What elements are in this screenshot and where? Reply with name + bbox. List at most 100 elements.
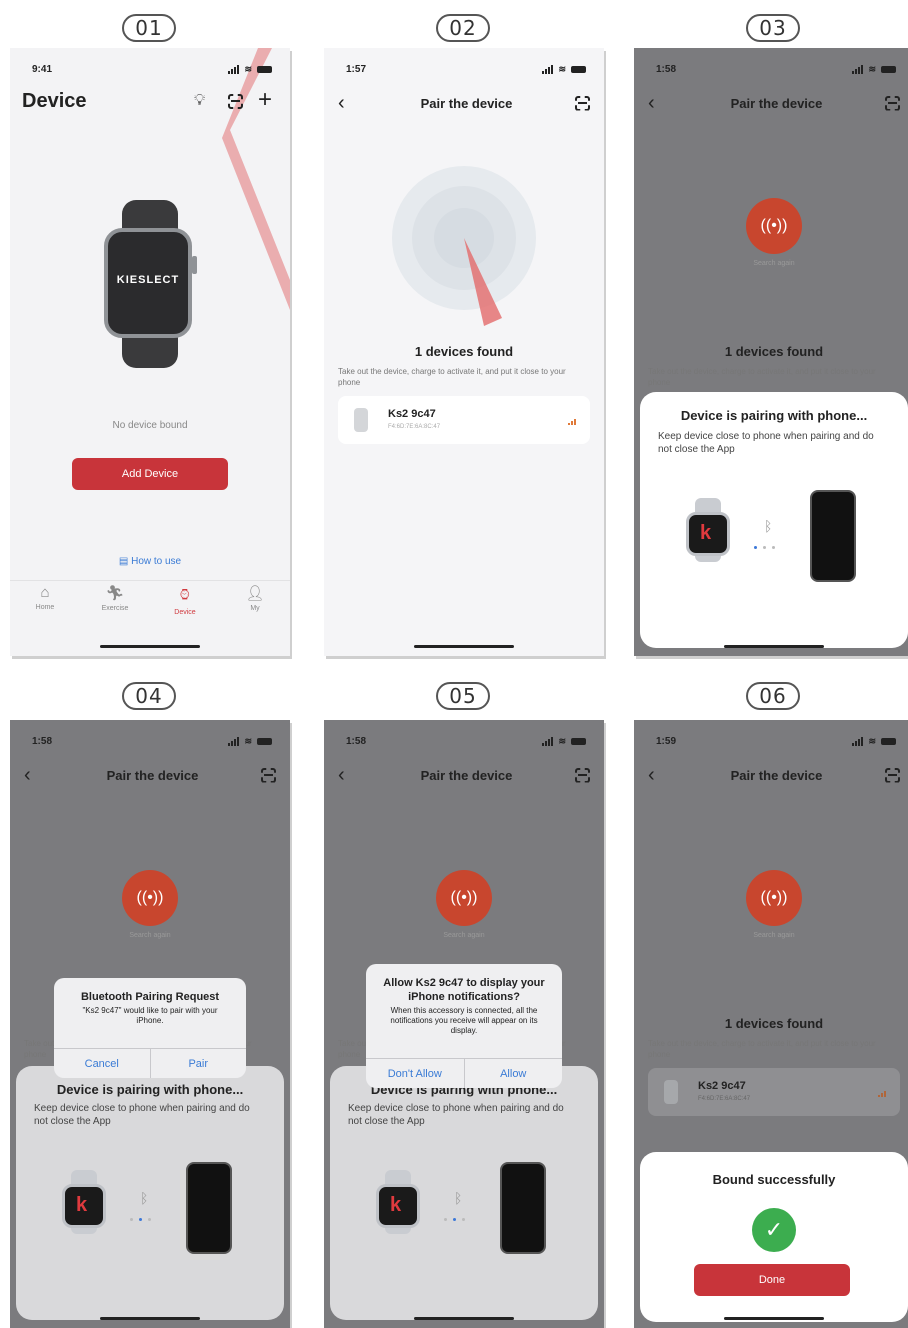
step-label-05: 05 [436,682,490,710]
home-indicator [100,645,200,648]
signal-icon [228,736,240,746]
wifi-icon: ≋ [868,735,876,746]
scan-icon[interactable] [228,94,243,109]
how-to-use-link[interactable]: ▤ How to use [10,556,290,567]
screen-notification-permission: 1:58 ≋ ‹ Pair the device ((•)) Search ag… [324,720,604,1328]
pairing-title: Device is pairing with phone... [680,408,868,423]
progress-dots [754,546,775,549]
broadcast-icon: ((•)) [122,870,178,926]
done-button[interactable]: Done [694,1264,850,1296]
screen-pairing-in-progress: 1:58 ≋ ‹ Pair the device ((•)) Search ag… [634,48,908,656]
back-icon[interactable]: ‹ [24,765,44,785]
pairing-title: Device is pairing with phone... [56,1082,244,1097]
pairing-sheet: Device is pairing with phone... Keep dev… [640,392,908,648]
device-list-item[interactable]: Ks2 9c47 F4:6D:7E:6A:8C:47 [648,1068,900,1116]
add-device-button[interactable]: Add Device [72,458,228,490]
instruction-text: Take out the device, charge to activate … [338,367,566,387]
phone-icon [810,490,856,582]
signal-icon [542,736,554,746]
scan-icon[interactable] [575,96,590,111]
scan-icon[interactable] [261,768,276,783]
back-icon[interactable]: ‹ [338,93,358,113]
wifi-icon: ≋ [244,735,252,746]
search-again-text[interactable]: Search again [10,932,290,939]
signal-icon [542,64,554,74]
pairing-desc: Keep device close to phone when pairing … [34,1103,250,1127]
broadcast-icon: ((•)) [746,198,802,254]
broadcast-icon: ((•)) [746,870,802,926]
book-icon: ▤ [118,556,132,567]
wifi-icon: ≋ [558,63,566,74]
cancel-button[interactable]: Cancel [54,1049,150,1078]
status-bar: 1:59 ≋ [656,734,896,748]
search-again-text[interactable]: Search again [634,260,908,267]
wifi-icon: ≋ [868,63,876,74]
empty-state-text: No device bound [112,420,188,431]
plus-icon[interactable]: + [258,86,272,114]
signal-strength-icon [568,416,576,425]
scan-icon[interactable] [575,768,590,783]
bluetooth-icon: ᛒ [764,518,773,534]
device-mac: F4:6D:7E:6A:8C:47 [388,424,441,430]
battery-icon [257,737,272,745]
phone-icon [500,1162,546,1254]
status-bar: 1:58 ≋ [656,62,896,76]
screen-bound-success: 1:59 ≋ ‹ Pair the device ((•)) Search ag… [634,720,908,1328]
signal-icon [228,64,240,74]
home-indicator [414,645,514,648]
tab-my[interactable]: 👤︎ My [220,584,290,634]
tab-exercise[interactable]: 🏃︎ Exercise [80,584,150,634]
devices-found-text: 1 devices found [724,1016,824,1031]
search-again-text[interactable]: Search again [324,932,604,939]
success-sheet: Bound successfully ✓ Done [640,1152,908,1322]
nav-title: Pair the device [106,767,199,783]
battery-icon [571,737,586,745]
battery-icon [257,65,272,73]
dont-allow-button[interactable]: Don't Allow [366,1059,464,1088]
nav-title: Pair the device [420,95,513,111]
nav-title: Pair the device [420,767,513,783]
status-bar: 1:57 ≋ [346,62,586,76]
scan-icon[interactable] [885,768,900,783]
pairing-desc: Keep device close to phone when pairing … [658,431,874,455]
home-indicator [724,1317,824,1320]
alert-title: Allow Ks2 9c47 to display your iPhone no… [383,977,545,1003]
signal-icon [852,64,864,74]
step-label-03: 03 [746,14,800,42]
step-label-01: 01 [122,14,176,42]
nav-bar: ‹ Pair the device [648,764,900,786]
tab-device[interactable]: ⌚︎ Device [150,584,220,634]
status-bar: 1:58 ≋ [32,734,272,748]
nav-bar: ‹ Pair the device [338,764,590,786]
watch-brand: KIESLECT [116,274,180,286]
search-again-text[interactable]: Search again [634,932,908,939]
pairing-sheet: Device is pairing with phone... Keep dev… [330,1066,598,1320]
signal-icon [852,736,864,746]
step-label-04: 04 [122,682,176,710]
device-icon: ⌚︎ [177,587,193,604]
watch-icon: k [376,1170,420,1234]
device-name: Ks2 9c47 [698,1080,746,1092]
watch-icon: k [686,498,730,562]
allow-button[interactable]: Allow [463,1059,563,1088]
progress-dots [444,1218,465,1221]
nav-bar: ‹ Pair the device [648,92,900,114]
device-name: Ks2 9c47 [388,408,436,420]
scan-icon[interactable] [885,96,900,111]
screen-device-home: 9:41 ≋ Device 💡︎ + KIESLECT No device bo… [10,48,290,656]
signal-strength-icon [878,1088,886,1097]
step-label-06: 06 [746,682,800,710]
home-indicator [724,645,824,648]
tab-home[interactable]: ⌂ Home [10,584,80,634]
radar-animation [392,166,536,326]
back-icon[interactable]: ‹ [648,93,668,113]
device-list-item[interactable]: Ks2 9c47 F4:6D:7E:6A:8C:47 [338,396,590,444]
alert-message: When this accessory is connected, all th… [390,1006,538,1035]
back-icon[interactable]: ‹ [338,765,358,785]
bulb-icon[interactable]: 💡︎ [194,92,205,110]
screen-bluetooth-request: 1:58 ≋ ‹ Pair the device ((•)) Search ag… [10,720,290,1328]
back-icon[interactable]: ‹ [648,765,668,785]
pair-button[interactable]: Pair [149,1049,247,1078]
watch-icon [354,408,368,432]
screen-pair-searching: 1:57 ≋ ‹ Pair the device 1 devices found… [324,48,604,656]
